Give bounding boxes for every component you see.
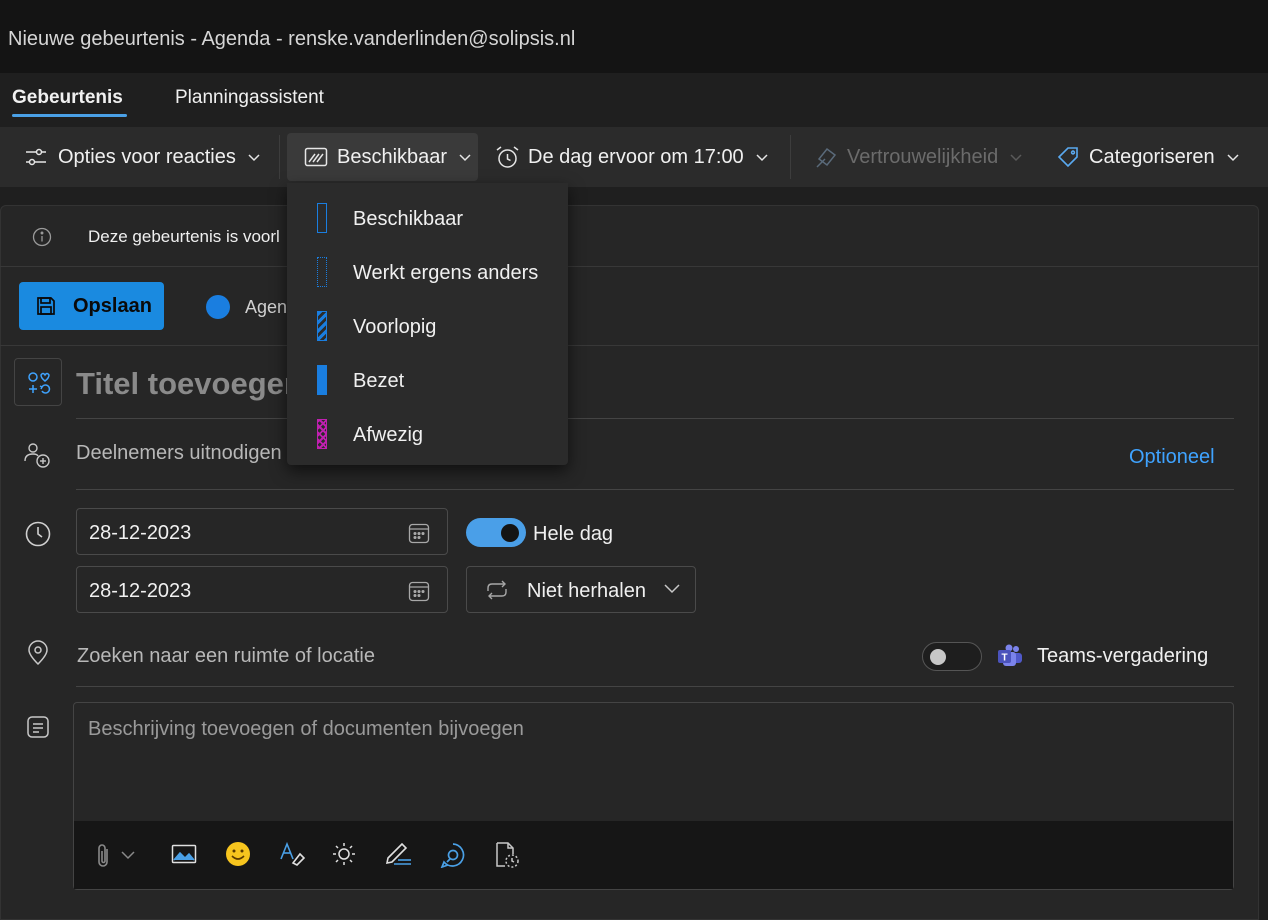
title-divider [76,418,1234,419]
start-date-value: 28-12-2023 [89,522,192,544]
save-icon [37,297,55,315]
categorize-label: Categoriseren [1089,145,1215,168]
attendees-divider [76,489,1234,490]
end-date-value: 28-12-2023 [89,580,192,602]
show-as-label: Beschikbaar [337,145,448,168]
start-date-field[interactable]: 28-12-2023 [76,508,448,555]
clock-icon [25,521,51,547]
svg-text:T: T [1001,653,1007,664]
calendar-icon[interactable] [408,522,430,544]
tag-icon [1057,146,1078,167]
description-placeholder: Beschrijving toevoegen of documenten bij… [88,718,524,740]
show-as-option-afwezig[interactable]: Afwezig [287,409,568,463]
toolbar-separator [279,135,280,179]
alarm-clock-icon [496,145,519,168]
tab-gebeurtenis[interactable]: Gebeurtenis [12,87,123,109]
chevron-down-icon [664,584,680,594]
tab-planningassistent[interactable]: Planningassistent [175,87,324,109]
save-button[interactable]: Opslaan [19,282,164,330]
calendar-selector-label[interactable]: Agen [245,297,287,318]
attach-icon[interactable] [96,843,112,869]
add-people-icon [24,443,50,468]
show-as-option-voorlopig[interactable]: Voorlopig [287,301,568,355]
show-as-menu: Beschikbaar Werkt ergens anders Voorlopi… [287,183,568,465]
busy-status-icon [304,147,328,167]
show-as-option-werkt-ergens-anders[interactable]: Werkt ergens anders [287,247,568,301]
menu-item-label: Werkt ergens anders [353,262,539,284]
teams-meeting-label: Teams-vergadering [1037,645,1209,667]
response-options-button[interactable]: Opties voor reacties [24,127,260,187]
chevron-down-icon [248,154,260,162]
privacy-button[interactable]: Vertrouwelijkheid [815,127,1022,187]
sliders-icon [26,148,46,166]
categorize-button[interactable]: Categoriseren [1056,127,1239,187]
notes-icon [27,716,49,738]
menu-item-label: Beschikbaar [353,208,464,230]
document-schedule-icon[interactable] [494,841,520,869]
reminder-button[interactable]: De dag ervoor om 17:00 [495,127,768,187]
info-bar-text: Deze gebeurtenis is voorl [88,227,280,246]
event-icon-picker[interactable] [14,358,62,406]
emoji-shapes-icon [28,372,51,394]
signature-icon[interactable] [385,842,413,866]
repeat-dropdown[interactable]: Niet herhalen [466,566,696,613]
all-day-toggle[interactable] [466,518,526,547]
show-as-button[interactable]: Beschikbaar [304,127,471,187]
window-title: Nieuwe gebeurtenis - Agenda - renske.van… [8,28,576,50]
attendees-input[interactable]: Deelnemers uitnodigen [76,442,282,465]
end-date-field[interactable]: 28-12-2023 [76,566,448,613]
free-status-swatch [317,203,327,233]
save-label: Opslaan [73,294,152,317]
calendar-color-dot[interactable] [206,295,230,319]
show-as-option-beschikbaar[interactable]: Beschikbaar [287,193,568,247]
chevron-down-icon [1227,154,1239,162]
privacy-label: Vertrouwelijkheid [847,145,999,168]
reminder-label: De dag ervoor om 17:00 [528,145,744,168]
teams-icon: T [998,644,1022,666]
show-as-option-bezet[interactable]: Bezet [287,355,568,409]
toolbar-separator [790,135,791,179]
chevron-down-icon [459,154,471,162]
tab-bar: Gebeurtenis Planningassistent [0,73,1268,127]
calendar-icon[interactable] [408,580,430,602]
location-input[interactable]: Zoeken naar een ruimte of locatie [77,645,375,668]
tentative-swatch [317,311,327,341]
title-bar: Nieuwe gebeurtenis - Agenda - renske.van… [0,0,1268,73]
ribbon-toolbar: Opties voor reacties Beschikbaar De dag … [0,127,1268,187]
save-bar: Opslaan Agen [0,267,1259,346]
busy-swatch [317,365,327,395]
toggle-knob [501,524,519,542]
all-day-label: Hele dag [533,523,614,545]
menu-item-label: Bezet [353,370,405,392]
repeat-icon [487,580,507,600]
info-bar: Deze gebeurtenis is voorl [0,205,1259,267]
loop-icon[interactable] [440,842,466,868]
title-input[interactable]: Titel toevoegen [76,366,303,402]
chevron-down-icon[interactable] [121,850,135,860]
optional-attendees-link[interactable]: Optioneel [1129,446,1215,469]
location-divider [76,686,1234,687]
away-swatch [317,419,327,449]
editor-toolbar [74,821,1233,889]
menu-item-label: Voorlopig [353,316,437,338]
teams-meeting-toggle[interactable] [922,642,982,671]
info-icon [32,227,52,247]
chevron-down-icon [1010,154,1022,162]
brightness-icon[interactable] [332,842,356,866]
emoji-icon[interactable] [225,841,251,867]
active-tab-indicator [12,114,127,117]
privacy-tag-icon [816,147,837,168]
chevron-down-icon [756,154,768,162]
location-pin-icon [28,640,48,666]
response-options-label: Opties voor reacties [58,145,236,168]
image-icon[interactable] [171,843,197,865]
menu-item-label: Afwezig [353,424,424,446]
working-elsewhere-swatch [317,257,327,287]
format-text-icon[interactable] [279,841,305,867]
repeat-label: Niet herhalen [527,580,646,602]
toggle-knob [930,649,946,665]
